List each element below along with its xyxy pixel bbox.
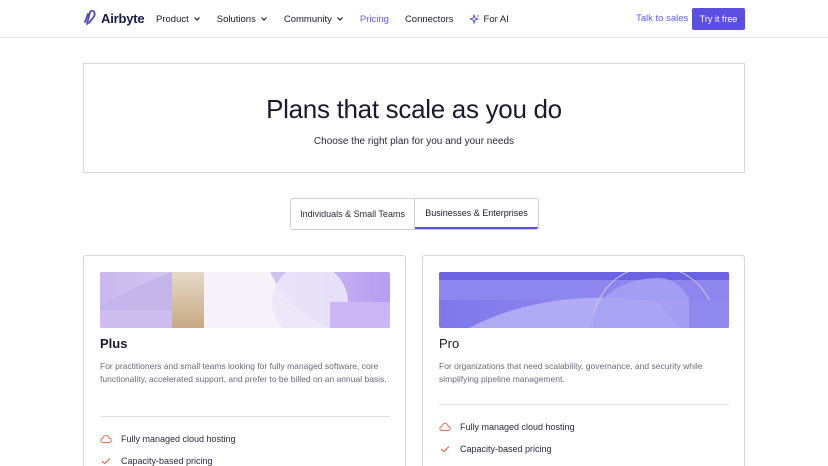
brand-name: Airbyte <box>101 10 145 26</box>
plan-description: For organizations that need scalability,… <box>439 361 703 384</box>
nav-item-for-ai[interactable]: For AI <box>469 13 509 25</box>
nav-item-label: For AI <box>483 13 509 25</box>
nav-item-label: Solutions <box>216 13 256 25</box>
talk-to-sales-link[interactable]: Talk to sales <box>636 13 688 24</box>
check-icon <box>101 457 111 465</box>
cloud-icon <box>439 422 451 431</box>
plan-name: Plus <box>100 336 128 351</box>
feature-item: Capacity-based pricing <box>439 444 552 454</box>
plan-name: Pro <box>439 336 460 351</box>
feature-item: Fully managed cloud hosting <box>439 422 575 432</box>
airbyte-logo[interactable]: Airbyte <box>83 10 145 26</box>
plan-description: For practitioners and small teams lookin… <box>100 361 387 384</box>
cloud-icon <box>100 434 112 443</box>
tab-businesses[interactable]: Businesses & Enterprises <box>415 199 538 229</box>
plan-banner-image <box>439 272 729 328</box>
page-title: Plans that scale as you do <box>266 94 562 124</box>
chevron-down-icon <box>260 17 267 21</box>
audience-tabs: Individuals & Small Teams Businesses & E… <box>290 198 539 230</box>
feature-label: Capacity-based pricing <box>121 456 213 466</box>
plan-banner-image <box>100 272 390 328</box>
nav-item-label: Pricing <box>359 13 389 25</box>
divider <box>100 416 390 417</box>
sparkle-icon <box>469 14 480 24</box>
tab-individuals[interactable]: Individuals & Small Teams <box>291 199 415 229</box>
top-navigation: Airbyte Product Solutions Community Pric… <box>0 0 828 38</box>
try-it-free-button[interactable]: Try it free <box>692 8 745 30</box>
nav-item-label: Community <box>283 13 332 25</box>
pricing-hero: Plans that scale as you do Choose the ri… <box>83 63 745 173</box>
check-icon <box>440 445 450 453</box>
nav-menu: Product Solutions Community Pricing Conn… <box>156 0 525 38</box>
nav-item-pricing[interactable]: Pricing <box>360 14 389 25</box>
chevron-down-icon <box>336 17 343 21</box>
feature-label: Capacity-based pricing <box>460 444 552 454</box>
nav-item-solutions[interactable]: Solutions <box>217 14 268 25</box>
chevron-down-icon <box>193 17 200 21</box>
nav-item-label: Product <box>156 13 189 25</box>
page-subtitle: Choose the right plan for you and your n… <box>313 136 515 147</box>
nav-item-label: Connectors <box>404 13 454 25</box>
plan-card-pro: Pro For organizations that need scalabil… <box>422 255 745 466</box>
feature-label: Fully managed cloud hosting <box>460 422 575 432</box>
nav-item-product[interactable]: Product <box>156 14 201 25</box>
airbyte-logo-icon <box>84 10 96 25</box>
plan-card-plus: Plus For practitioners and small teams l… <box>83 255 406 466</box>
feature-label: Fully managed cloud hosting <box>121 434 236 444</box>
feature-item: Capacity-based pricing <box>100 456 213 466</box>
feature-item: Fully managed cloud hosting <box>100 434 236 444</box>
nav-item-community[interactable]: Community <box>284 14 344 25</box>
nav-item-connectors[interactable]: Connectors <box>405 14 454 25</box>
divider <box>439 404 729 405</box>
